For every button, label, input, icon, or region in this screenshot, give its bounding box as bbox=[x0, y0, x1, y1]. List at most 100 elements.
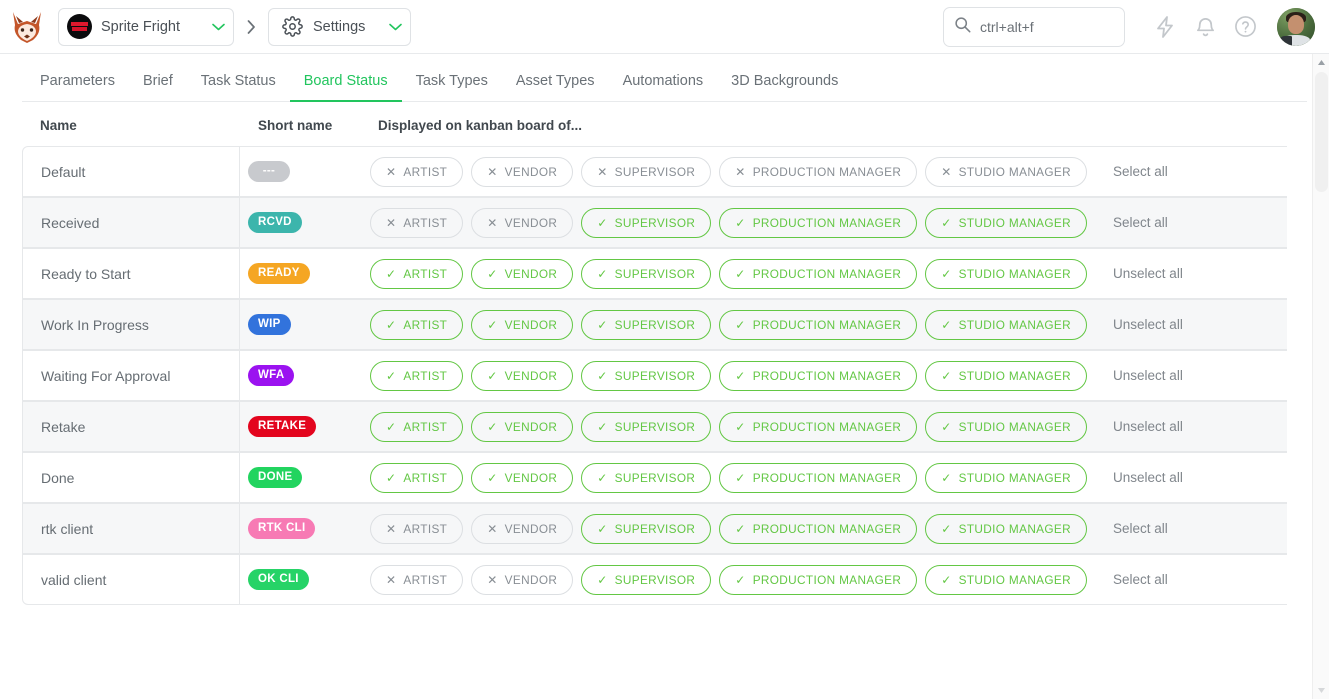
tab-brief[interactable]: Brief bbox=[129, 73, 187, 102]
check-icon: ✓ bbox=[386, 470, 397, 485]
role-chip-artist[interactable]: ✕ ARTIST bbox=[370, 513, 464, 544]
displayed-roles-cell: ✕ ARTIST ✕ VENDOR ✓ SUPERVISOR ✓ PRODUCTION MAN… bbox=[360, 554, 1287, 605]
role-chip-supervisor[interactable]: ✓ SUPERVISOR bbox=[581, 207, 712, 238]
help-circle-icon[interactable] bbox=[1225, 7, 1265, 47]
status-name-cell[interactable]: Default bbox=[22, 146, 240, 197]
scroll-up-arrow-icon[interactable] bbox=[1313, 54, 1329, 71]
cross-icon: ✕ bbox=[487, 572, 498, 587]
role-chip-artist[interactable]: ✓ ARTIST bbox=[370, 258, 464, 289]
role-chip-studio-manager[interactable]: ✓ STUDIO MANAGER bbox=[925, 207, 1088, 238]
tab-task-status[interactable]: Task Status bbox=[187, 73, 290, 102]
role-chip-studio-manager[interactable]: ✓ STUDIO MANAGER bbox=[925, 462, 1088, 493]
cross-icon: ✕ bbox=[941, 164, 952, 179]
role-chip-production-manager[interactable]: ✓ PRODUCTION MANAGER bbox=[719, 258, 918, 289]
settings-chevron-down-icon[interactable] bbox=[384, 16, 406, 38]
status-name-cell[interactable]: rtk client bbox=[22, 503, 240, 554]
select-all-link[interactable]: Select all bbox=[1113, 521, 1168, 536]
role-chip-vendor[interactable]: ✕ VENDOR bbox=[471, 156, 574, 187]
role-chip-artist[interactable]: ✕ ARTIST bbox=[370, 156, 464, 187]
select-all-link[interactable]: Unselect all bbox=[1113, 470, 1183, 485]
role-chip-production-manager[interactable]: ✓ PRODUCTION MANAGER bbox=[719, 564, 918, 595]
role-chip-vendor[interactable]: ✓ VENDOR bbox=[471, 258, 574, 289]
role-chip-studio-manager[interactable]: ✓ STUDIO MANAGER bbox=[925, 564, 1088, 595]
role-chip-label: PRODUCTION MANAGER bbox=[752, 521, 902, 536]
status-name-cell[interactable]: Ready to Start bbox=[22, 248, 240, 299]
role-chip-studio-manager[interactable]: ✕ STUDIO MANAGER bbox=[925, 156, 1088, 187]
role-chip-vendor[interactable]: ✓ VENDOR bbox=[471, 309, 574, 340]
role-chip-vendor[interactable]: ✕ VENDOR bbox=[471, 564, 574, 595]
role-chip-production-manager[interactable]: ✓ PRODUCTION MANAGER bbox=[719, 462, 918, 493]
role-chip-artist[interactable]: ✓ ARTIST bbox=[370, 309, 464, 340]
select-all-link[interactable]: Unselect all bbox=[1113, 317, 1183, 332]
role-chip-studio-manager[interactable]: ✓ STUDIO MANAGER bbox=[925, 309, 1088, 340]
role-chip-supervisor[interactable]: ✕ SUPERVISOR bbox=[581, 156, 712, 187]
role-chip-supervisor[interactable]: ✓ SUPERVISOR bbox=[581, 564, 712, 595]
tab-asset-types[interactable]: Asset Types bbox=[502, 73, 609, 102]
role-chip-artist[interactable]: ✓ ARTIST bbox=[370, 462, 464, 493]
select-all-link[interactable]: Select all bbox=[1113, 215, 1168, 230]
role-chip-supervisor[interactable]: ✓ SUPERVISOR bbox=[581, 411, 712, 442]
role-chip-production-manager[interactable]: ✓ PRODUCTION MANAGER bbox=[719, 309, 918, 340]
check-icon: ✓ bbox=[597, 317, 608, 332]
bell-icon[interactable] bbox=[1185, 7, 1225, 47]
role-chip-vendor[interactable]: ✓ VENDOR bbox=[471, 360, 574, 391]
role-chip-supervisor[interactable]: ✓ SUPERVISOR bbox=[581, 360, 712, 391]
select-all-link[interactable]: Unselect all bbox=[1113, 419, 1183, 434]
tab-3d-backgrounds[interactable]: 3D Backgrounds bbox=[717, 73, 852, 102]
tab-parameters[interactable]: Parameters bbox=[22, 73, 129, 102]
status-name-cell[interactable]: Work In Progress bbox=[22, 299, 240, 350]
role-chip-production-manager[interactable]: ✓ PRODUCTION MANAGER bbox=[719, 411, 918, 442]
role-chip-artist[interactable]: ✕ ARTIST bbox=[370, 564, 464, 595]
role-chip-studio-manager[interactable]: ✓ STUDIO MANAGER bbox=[925, 411, 1088, 442]
table-row: Work In Progress WIP ✓ ARTIST ✓ VENDOR ✓ SUPERV… bbox=[22, 299, 1287, 350]
fox-logo-icon[interactable] bbox=[8, 8, 46, 46]
tab-board-status[interactable]: Board Status bbox=[289, 73, 402, 102]
tab-automations[interactable]: Automations bbox=[609, 73, 718, 102]
role-chip-artist[interactable]: ✓ ARTIST bbox=[370, 360, 464, 391]
user-avatar[interactable] bbox=[1277, 7, 1315, 46]
role-chip-production-manager[interactable]: ✓ PRODUCTION MANAGER bbox=[719, 513, 918, 544]
scroll-down-arrow-icon[interactable] bbox=[1313, 682, 1329, 699]
status-name-cell[interactable]: Waiting For Approval bbox=[22, 350, 240, 401]
cross-icon: ✕ bbox=[487, 215, 498, 230]
role-chip-studio-manager[interactable]: ✓ STUDIO MANAGER bbox=[925, 258, 1088, 289]
select-all-link[interactable]: Unselect all bbox=[1113, 368, 1183, 383]
role-chip-artist[interactable]: ✕ ARTIST bbox=[370, 207, 464, 238]
status-name-cell[interactable]: Received bbox=[22, 197, 240, 248]
role-chip-vendor[interactable]: ✕ VENDOR bbox=[471, 513, 574, 544]
role-chip-vendor[interactable]: ✕ VENDOR bbox=[471, 207, 574, 238]
project-selector[interactable]: Sprite Fright bbox=[58, 7, 234, 46]
role-chip-production-manager[interactable]: ✓ PRODUCTION MANAGER bbox=[719, 207, 918, 238]
role-chip-production-manager[interactable]: ✕ PRODUCTION MANAGER bbox=[719, 156, 918, 187]
status-name-cell[interactable]: Retake bbox=[22, 401, 240, 452]
role-chip-studio-manager[interactable]: ✓ STUDIO MANAGER bbox=[925, 360, 1088, 391]
role-chip-supervisor[interactable]: ✓ SUPERVISOR bbox=[581, 513, 712, 544]
role-chip-label: VENDOR bbox=[504, 470, 558, 485]
role-chip-studio-manager[interactable]: ✓ STUDIO MANAGER bbox=[925, 513, 1088, 544]
status-name-cell[interactable]: valid client bbox=[22, 554, 240, 605]
vertical-scrollbar[interactable] bbox=[1312, 54, 1329, 699]
scrollbar-thumb[interactable] bbox=[1315, 72, 1328, 192]
tab-task-types[interactable]: Task Types bbox=[402, 73, 502, 102]
select-all-link[interactable]: Select all bbox=[1113, 164, 1168, 179]
search-input[interactable] bbox=[971, 17, 1114, 36]
settings-selector[interactable]: Settings bbox=[268, 7, 411, 46]
role-chip-label: SUPERVISOR bbox=[614, 317, 696, 332]
role-chip-supervisor[interactable]: ✓ SUPERVISOR bbox=[581, 462, 712, 493]
role-chip-production-manager[interactable]: ✓ PRODUCTION MANAGER bbox=[719, 360, 918, 391]
role-chip-vendor[interactable]: ✓ VENDOR bbox=[471, 462, 574, 493]
search-box[interactable] bbox=[943, 6, 1125, 47]
check-icon: ✓ bbox=[735, 419, 746, 434]
displayed-roles-cell: ✕ ARTIST ✕ VENDOR ✕ SUPERVISOR ✕ PRODUCTION MAN… bbox=[360, 146, 1287, 197]
role-chip-label: ARTIST bbox=[403, 521, 448, 536]
chevron-down-icon[interactable] bbox=[207, 16, 229, 38]
select-all-link[interactable]: Select all bbox=[1113, 572, 1168, 587]
status-name-cell[interactable]: Done bbox=[22, 452, 240, 503]
short-name-cell: DONE bbox=[240, 452, 360, 503]
role-chip-artist[interactable]: ✓ ARTIST bbox=[370, 411, 464, 442]
role-chip-vendor[interactable]: ✓ VENDOR bbox=[471, 411, 574, 442]
role-chip-supervisor[interactable]: ✓ SUPERVISOR bbox=[581, 258, 712, 289]
select-all-link[interactable]: Unselect all bbox=[1113, 266, 1183, 281]
role-chip-supervisor[interactable]: ✓ SUPERVISOR bbox=[581, 309, 712, 340]
lightning-icon[interactable] bbox=[1145, 7, 1185, 47]
